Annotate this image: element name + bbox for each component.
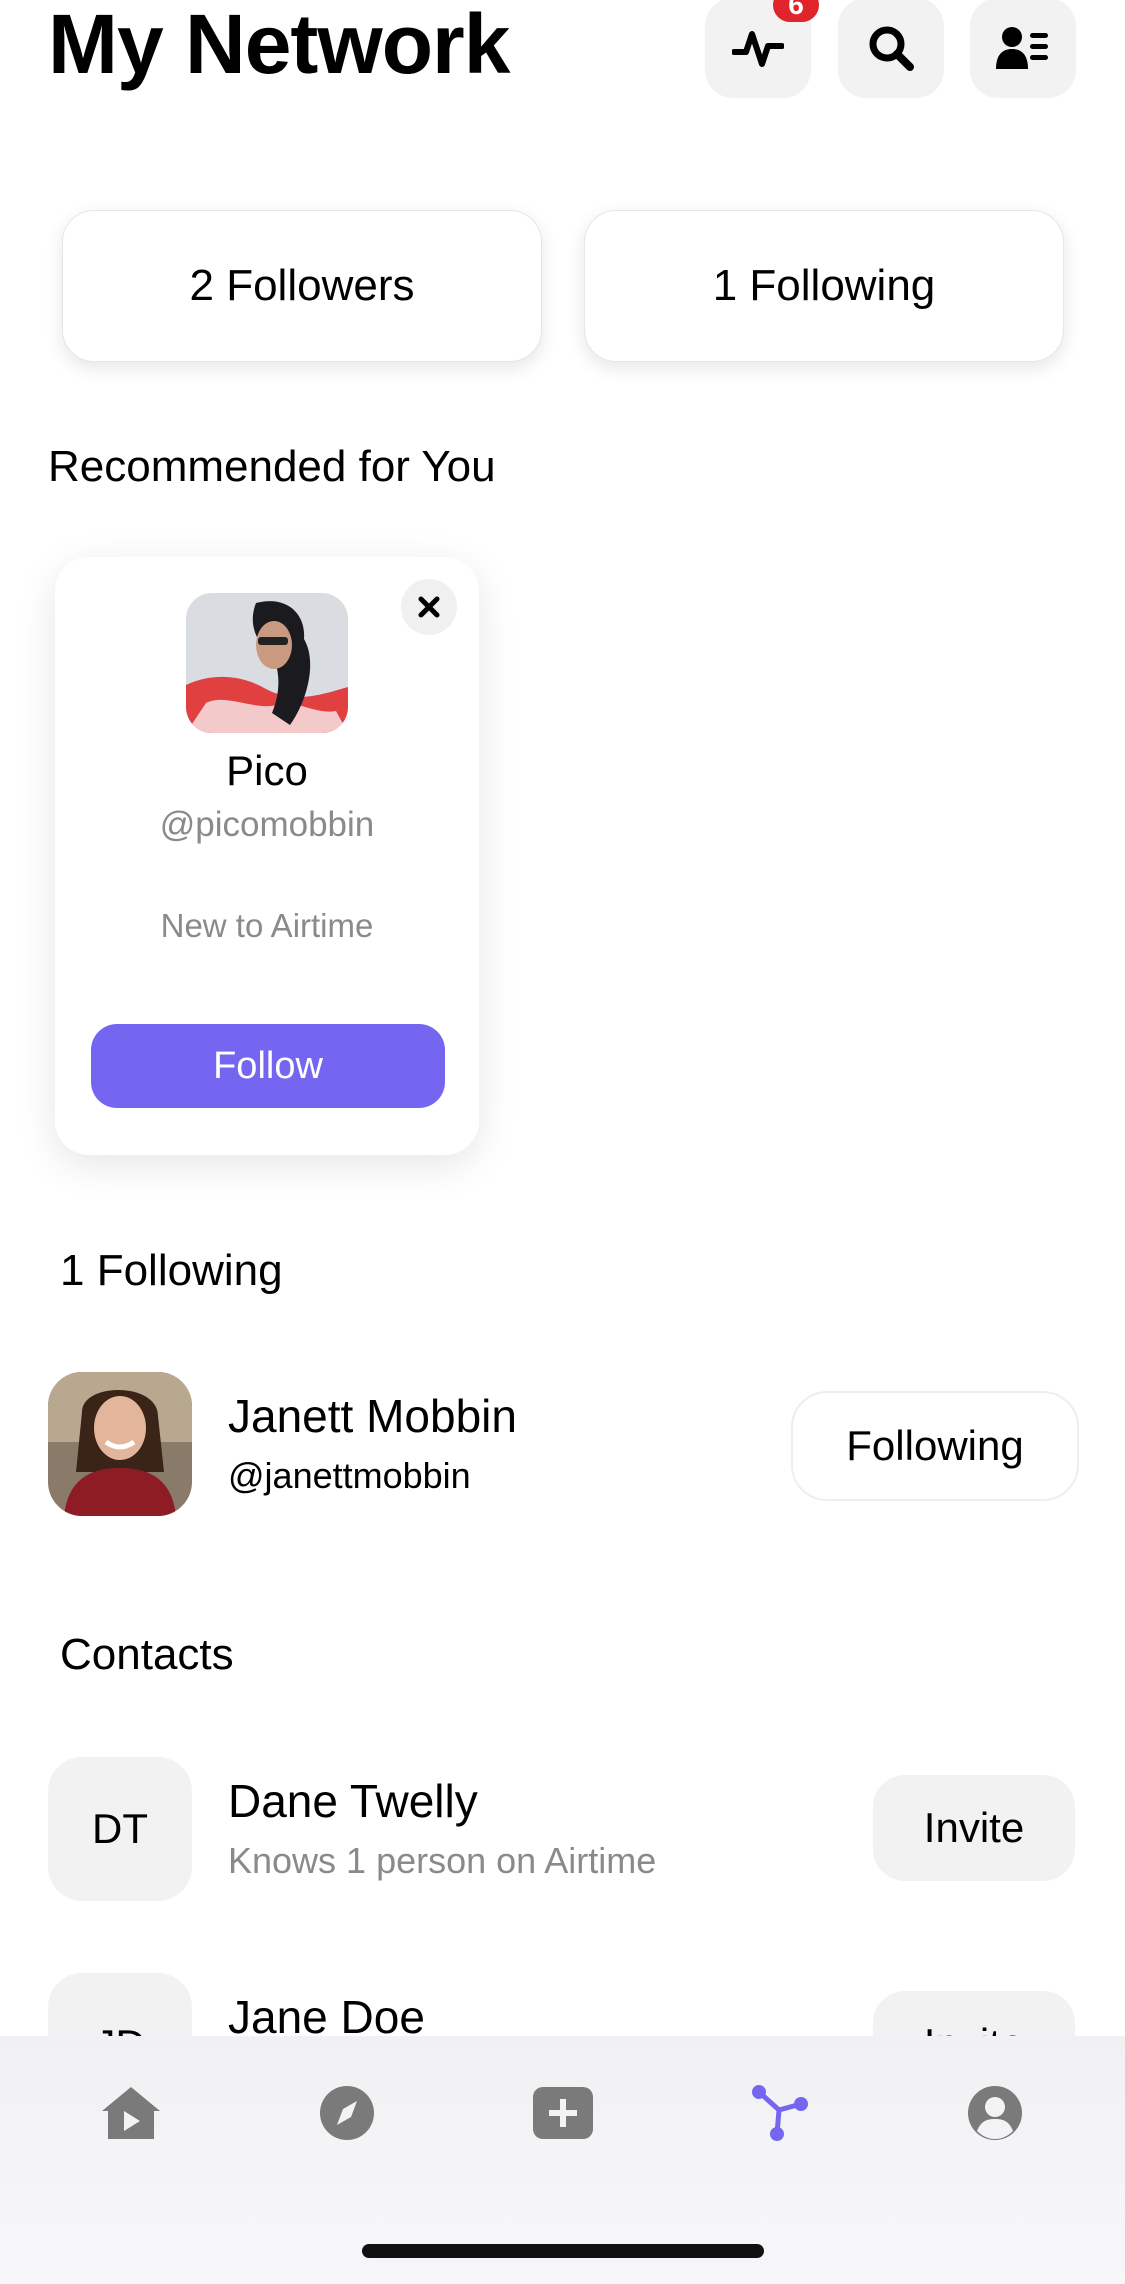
tab-network[interactable] bbox=[744, 2078, 814, 2148]
user-list-icon bbox=[996, 27, 1048, 69]
tab-profile[interactable] bbox=[960, 2078, 1030, 2148]
recommendation-card: Pico @picomobbin New to Airtime Follow bbox=[55, 557, 479, 1155]
following-user-name: Janett Mobbin bbox=[228, 1390, 517, 1442]
search-button[interactable] bbox=[838, 0, 944, 98]
recommended-section-title: Recommended for You bbox=[48, 442, 496, 491]
add-square-icon bbox=[533, 2087, 593, 2139]
search-icon bbox=[869, 26, 914, 71]
network-icon bbox=[752, 2085, 808, 2141]
contact-initials-avatar: DT bbox=[48, 1757, 192, 1901]
contact-name: Dane Twelly bbox=[228, 1775, 478, 1827]
profile-icon bbox=[968, 2086, 1022, 2140]
contacts-section-title: Contacts bbox=[60, 1630, 234, 1679]
recommended-user-meta: New to Airtime bbox=[160, 907, 374, 944]
following-section-title: 1 Following bbox=[60, 1246, 283, 1295]
page-title: My Network bbox=[48, 0, 510, 91]
follow-button[interactable]: Follow bbox=[91, 1024, 445, 1108]
avatar[interactable] bbox=[48, 1372, 192, 1516]
invite-button[interactable]: Invite bbox=[873, 1775, 1075, 1881]
recommended-user-handle: @picomobbin bbox=[159, 805, 375, 844]
close-icon bbox=[418, 596, 440, 618]
home-play-icon bbox=[102, 2087, 160, 2139]
tab-home[interactable] bbox=[96, 2078, 166, 2148]
activity-pulse-icon bbox=[732, 31, 784, 67]
following-user-handle: @janettmobbin bbox=[228, 1455, 471, 1496]
activity-button[interactable]: 6 bbox=[705, 0, 819, 98]
contacts-list-button[interactable] bbox=[970, 0, 1076, 98]
tab-create[interactable] bbox=[528, 2078, 598, 2148]
followers-button[interactable]: 2 Followers bbox=[62, 210, 542, 362]
following-toggle-button[interactable]: Following bbox=[791, 1391, 1079, 1501]
tab-explore[interactable] bbox=[312, 2078, 382, 2148]
home-indicator bbox=[362, 2244, 764, 2258]
recommended-user-name: Pico bbox=[226, 747, 308, 794]
contact-subtitle: Knows 1 person on Airtime bbox=[228, 1840, 657, 1881]
compass-icon bbox=[320, 2086, 374, 2140]
dismiss-button[interactable] bbox=[401, 579, 457, 635]
recommended-user-photo[interactable] bbox=[186, 593, 348, 733]
activity-badge: 6 bbox=[773, 0, 819, 22]
following-count-button[interactable]: 1 Following bbox=[584, 210, 1064, 362]
